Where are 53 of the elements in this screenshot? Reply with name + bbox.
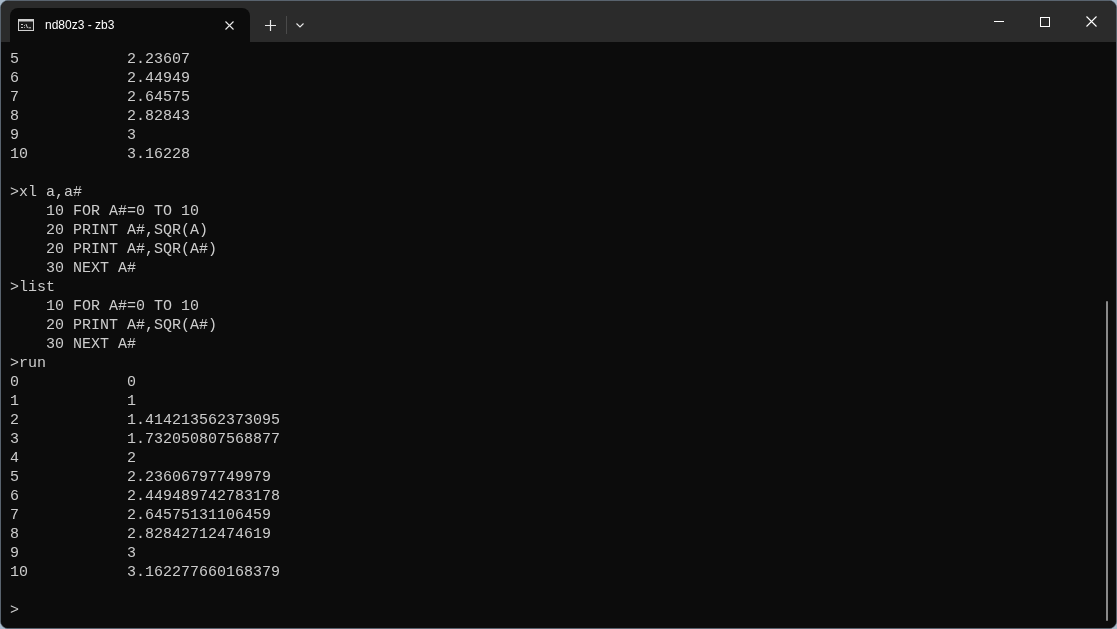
output-value: 3.16228 xyxy=(127,145,191,164)
tab-title: nd80z3 - zb3 xyxy=(45,17,115,34)
output-value: 3 xyxy=(127,126,137,145)
output-index: 6 xyxy=(10,487,19,506)
output-index: 2 xyxy=(10,411,19,430)
output-value: 2 xyxy=(127,449,137,468)
output-index: 10 xyxy=(10,145,28,164)
program-line: 10 FOR A#=0 TO 10 xyxy=(46,297,200,316)
terminal-icon xyxy=(18,19,34,31)
program-line: 10 FOR A#=0 TO 10 xyxy=(46,202,200,221)
output-index: 8 xyxy=(10,107,19,126)
command-line: > xyxy=(10,601,19,620)
output-value: 1.414213562373095 xyxy=(127,411,281,430)
output-index: 4 xyxy=(10,449,19,468)
output-value: 3 xyxy=(127,544,137,563)
output-value: 2.82843 xyxy=(127,107,191,126)
plus-icon[interactable] xyxy=(265,19,276,31)
output-index: 9 xyxy=(10,126,19,145)
output-value: 2.64575131106459 xyxy=(127,506,272,525)
output-index: 7 xyxy=(10,506,19,525)
program-line: 30 NEXT A# xyxy=(46,259,136,278)
program-line: 30 NEXT A# xyxy=(46,335,136,354)
output-value: 0 xyxy=(127,373,137,392)
output-value: 2.64575 xyxy=(127,88,191,107)
output-index: 10 xyxy=(10,563,28,582)
output-index: 7 xyxy=(10,88,19,107)
command-line: >run xyxy=(10,354,46,373)
output-value: 2.23606797749979 xyxy=(127,468,272,487)
command-line: >xl a,a# xyxy=(10,183,82,202)
program-line: 20 PRINT A#,SQR(A#) xyxy=(46,240,218,259)
output-index: 9 xyxy=(10,544,19,563)
tab[interactable]: nd80z3 - zb3 xyxy=(10,8,250,42)
output-index: 0 xyxy=(10,373,19,392)
chevron-down-icon[interactable] xyxy=(296,22,304,28)
program-line: 20 PRINT A#,SQR(A) xyxy=(46,221,209,240)
scrollbar[interactable] xyxy=(1106,301,1108,621)
program-line: 20 PRINT A#,SQR(A#) xyxy=(46,316,218,335)
output-value: 2.82842712474619 xyxy=(127,525,272,544)
output-index: 3 xyxy=(10,430,19,449)
output-index: 8 xyxy=(10,525,19,544)
output-value: 1.732050807568877 xyxy=(127,430,281,449)
output-value: 2.44949 xyxy=(127,69,191,88)
output-index: 5 xyxy=(10,468,19,487)
output-value: 1 xyxy=(127,392,137,411)
command-line: >list xyxy=(10,278,55,297)
output-index: 5 xyxy=(10,50,19,69)
output-value: 2.449489742783178 xyxy=(127,487,281,506)
output-value: 2.23607 xyxy=(127,50,191,69)
output-index: 6 xyxy=(10,69,19,88)
maximize-icon[interactable] xyxy=(1040,16,1050,27)
close-icon[interactable] xyxy=(225,20,234,30)
output-index: 1 xyxy=(10,392,19,411)
output-value: 3.162277660168379 xyxy=(127,563,281,582)
